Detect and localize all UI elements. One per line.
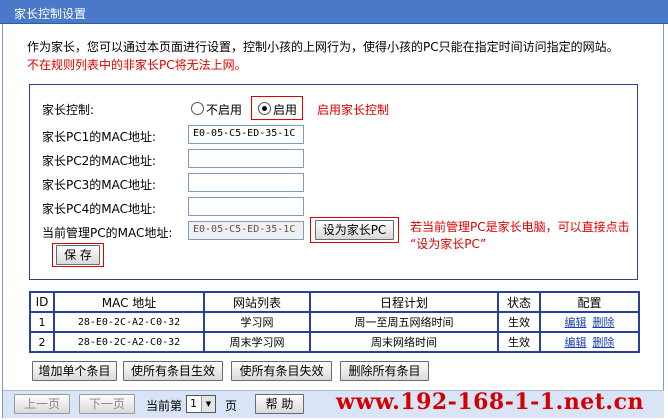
page-suffix: 页 (225, 399, 238, 413)
delete-link[interactable]: 删除 (593, 316, 615, 329)
cell-status: 生效 (497, 331, 541, 353)
set-parent-annotation-line1: 若当前管理PC是家长电脑，可以直接点击 (410, 220, 630, 234)
pc4-mac-label: 家长PC4的MAC地址: (42, 202, 157, 216)
pc4-mac-input[interactable] (188, 197, 304, 216)
delete-all-button[interactable]: 删除所有条目 (340, 361, 429, 381)
title-bar: 家长控制设置 (0, 0, 668, 24)
radio-selected-dot (262, 106, 267, 111)
disable-radio[interactable] (191, 102, 204, 115)
current-pc-mac-label: 当前管理PC的MAC地址: (42, 226, 173, 240)
add-entry-button[interactable]: 增加单个条目 (32, 361, 117, 381)
cell-id: 2 (29, 331, 55, 353)
cell-status: 生效 (497, 311, 541, 333)
table-row: 2 28-E0-2C-A2-C0-32 周末学习网 周末网络时间 生效 编辑 删除 (29, 331, 640, 353)
parental-control-label: 家长控制: (42, 103, 95, 117)
save-button[interactable]: 保 存 (56, 245, 100, 265)
enable-all-button[interactable]: 使所有条目生效 (123, 361, 223, 381)
cell-mac: 28-E0-2C-A2-C0-32 (53, 331, 205, 353)
cell-config: 编辑 删除 (539, 311, 640, 333)
col-header-config: 配置 (539, 291, 640, 313)
page-select[interactable]: 1 ▼ (186, 395, 216, 413)
cell-sites: 学习网 (203, 311, 311, 333)
page-title: 家长控制设置 (14, 7, 87, 21)
pc1-mac-input[interactable]: E0-05-C5-ED-35-1C (188, 125, 304, 144)
pc1-mac-label: 家长PC1的MAC地址: (42, 130, 157, 144)
col-header-schedule: 日程计划 (309, 291, 499, 313)
next-page-button[interactable]: 下一页 (79, 394, 135, 414)
col-header-sites: 网站列表 (203, 291, 311, 313)
pc3-mac-label: 家长PC3的MAC地址: (42, 178, 157, 192)
enable-annotation: 启用家长控制 (317, 103, 390, 117)
intro-warning: 不在规则列表中的非家长PC将无法上网。 (27, 58, 247, 72)
edit-link[interactable]: 编辑 (565, 316, 587, 329)
set-parent-annotation-line2: “设为家长PC” (410, 237, 487, 251)
cell-id: 1 (29, 311, 55, 333)
table-row: 1 28-E0-2C-A2-C0-32 学习网 周一至周五网络时间 生效 编辑删… (29, 311, 640, 333)
chevron-down-icon: ▼ (201, 396, 215, 412)
col-header-id: ID (29, 291, 55, 313)
rules-table: ID MAC 地址 网站列表 日程计划 状态 配置 1 28-E0-2C-A2-… (29, 291, 640, 353)
page-select-value: 1 (190, 397, 197, 410)
pc2-mac-label: 家长PC2的MAC地址: (42, 154, 157, 168)
cell-schedule: 周一至周五网络时间 (309, 311, 499, 333)
col-header-status: 状态 (497, 291, 541, 313)
cell-config: 编辑 删除 (539, 331, 640, 353)
intro-text: 作为家长，您可以通过本页面进行设置，控制小孩的上网行为，使得小孩的PC只能在指定… (27, 40, 619, 54)
delete-link[interactable]: 删除 (593, 336, 615, 349)
pc3-mac-input[interactable] (188, 173, 304, 192)
set-parent-pc-button[interactable]: 设为家长PC (315, 220, 394, 240)
table-header-row: ID MAC 地址 网站列表 日程计划 状态 配置 (29, 291, 640, 313)
site-watermark: www.192-168-1-1.net.cn (336, 389, 644, 415)
disable-radio-label: 不启用 (206, 103, 243, 117)
pc2-mac-input[interactable] (188, 149, 304, 168)
enable-radio-label: 启用 (273, 103, 298, 117)
edit-link[interactable]: 编辑 (565, 336, 587, 349)
enable-radio[interactable] (258, 102, 271, 115)
cell-mac: 28-E0-2C-A2-C0-32 (53, 311, 205, 333)
col-header-mac: MAC 地址 (53, 291, 205, 313)
cell-schedule: 周末网络时间 (309, 331, 499, 353)
current-page-prefix: 当前第 (146, 399, 183, 413)
current-pc-mac-field: E0-05-C5-ED-35-1C (188, 221, 304, 240)
cell-sites: 周末学习网 (203, 331, 311, 353)
help-button[interactable]: 帮 助 (255, 394, 304, 414)
disable-all-button[interactable]: 使所有条目失效 (231, 361, 332, 381)
prev-page-button[interactable]: 上一页 (14, 394, 70, 414)
